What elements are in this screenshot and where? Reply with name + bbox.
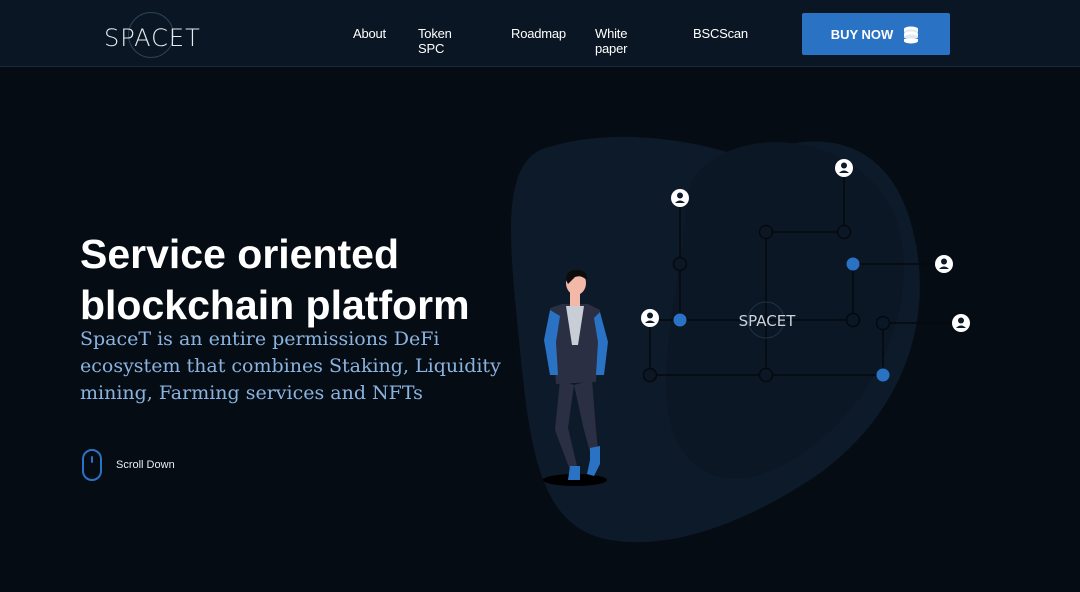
user-icon <box>835 159 853 177</box>
hero-subtitle: SpaceT is an entire permissions DeFi eco… <box>80 328 501 404</box>
user-icon <box>952 314 970 332</box>
user-icon <box>935 255 953 273</box>
nav-token-spc[interactable]: Token SPC <box>418 26 452 56</box>
navbar: SPACET About Token SPC Roadmap White pap… <box>0 0 1080 67</box>
coins-icon <box>904 26 919 44</box>
center-logo-text: SPACET <box>739 312 797 330</box>
user-icon <box>641 309 659 327</box>
user-icon <box>671 189 689 207</box>
nav-white-paper[interactable]: White paper <box>595 26 627 56</box>
nav-about[interactable]: About <box>353 26 386 41</box>
network-illustration: SPACET <box>511 136 970 543</box>
nav-roadmap[interactable]: Roadmap <box>511 26 566 41</box>
nav-bscscan[interactable]: BSCScan <box>693 26 748 41</box>
brand-logo[interactable]: SPACET <box>100 8 210 60</box>
scroll-down-button[interactable]: Scroll Down <box>82 446 175 484</box>
scroll-down-label: Scroll Down <box>116 459 175 471</box>
logo-text: SPACET <box>104 24 201 52</box>
buy-now-button[interactable]: BUY NOW <box>802 13 950 55</box>
background-blob-inner <box>666 142 904 479</box>
buy-now-label: BUY NOW <box>830 26 894 42</box>
mouse-icon <box>82 449 102 481</box>
hero-title: Service oriented blockchain platform <box>80 231 470 329</box>
